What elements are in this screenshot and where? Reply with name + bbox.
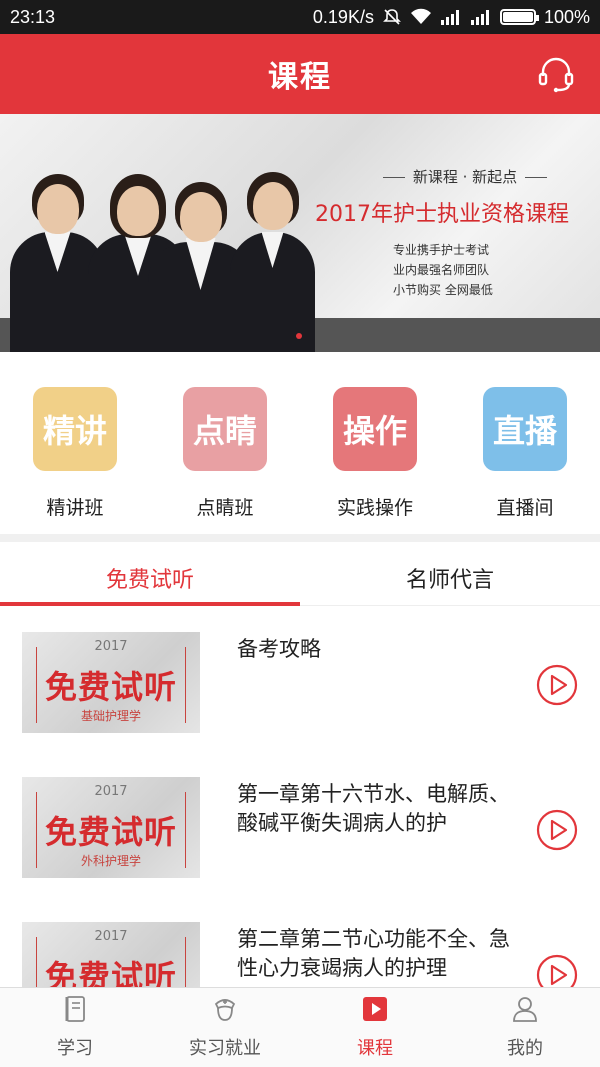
banner-subtext: 专业携手护士考试 业内最强名师团队 小节购买 全网最低 [393, 240, 593, 300]
nav-internship[interactable]: 实习就业 [150, 988, 300, 1067]
category-label: 实践操作 [336, 497, 413, 519]
banner-sub-line: 小节购买 全网最低 [393, 283, 493, 297]
nav-mine[interactable]: 我的 [450, 988, 600, 1067]
list-item[interactable]: 2017 免费试听 外科护理学 第一章第十六节水、电解质、酸碱平衡失调病人的护 [0, 752, 600, 897]
banner-sub-line: 业内最强名师团队 [393, 263, 490, 277]
category-tile: 直播 [483, 387, 567, 471]
course-thumbnail: 2017 免费试听 [22, 922, 200, 987]
page-title: 课程 [268, 60, 332, 95]
course-title: 第一章第十六节水、电解质、酸碱平衡失调病人的护 [237, 782, 510, 835]
play-icon[interactable] [536, 664, 578, 706]
status-bar: 23:13 0.19K/s 100% [0, 0, 600, 34]
thumb-year: 2017 [94, 784, 128, 799]
category-tile: 点睛 [183, 387, 267, 471]
person-icon [513, 997, 537, 1022]
banner-tag: 新课程 · 新起点 [340, 166, 590, 187]
nav-course[interactable]: 课程 [300, 988, 450, 1067]
headset-icon[interactable] [536, 54, 576, 94]
thumb-title: 免费试听 [44, 668, 177, 706]
thumb-year: 2017 [94, 639, 128, 654]
course-thumbnail: 2017 免费试听 基础护理学 [22, 632, 200, 733]
nav-study[interactable]: 学习 [0, 988, 150, 1067]
battery-percent: 100% [543, 6, 590, 27]
thumb-subject: 外科护理学 [80, 854, 141, 868]
promo-banner[interactable]: 新课程 · 新起点 2017年护士执业资格课程 专业携手护士考试 业内最强名师团… [0, 114, 600, 352]
nav-label: 课程 [357, 1038, 393, 1059]
signal-icon [440, 10, 459, 25]
signal-icon-2 [470, 10, 489, 25]
status-time: 23:13 [10, 6, 56, 27]
category-grid: 精讲 精讲班 点睛 点睛班 操作 实践操作 直播 直播间 [0, 352, 600, 542]
play-icon[interactable] [536, 809, 578, 851]
category-dianjing[interactable]: 点睛 点睛班 [150, 352, 300, 534]
list-item[interactable]: 2017 免费试听 基础护理学 备考攻略 [0, 607, 600, 752]
banner-headline: 2017年护士执业资格课程 [315, 202, 569, 227]
list-item[interactable]: 2017 免费试听 第二章第二节心功能不全、急性心力衰竭病人的护理 [0, 897, 600, 987]
play-course-icon [363, 997, 387, 1021]
category-caozuo[interactable]: 操作 实践操作 [300, 352, 450, 534]
category-label: 精讲班 [46, 497, 104, 519]
carousel-indicator [296, 333, 302, 339]
tab-teacher-endorse[interactable]: 名师代言 [300, 550, 600, 605]
category-zhibo[interactable]: 直播 直播间 [450, 352, 600, 534]
course-title: 第二章第二节心功能不全、急性心力衰竭病人的护理 [237, 927, 510, 980]
course-title: 备考攻略 [237, 637, 321, 661]
play-icon[interactable] [536, 954, 578, 987]
category-tile: 操作 [333, 387, 417, 471]
category-label: 点睛班 [196, 497, 254, 519]
nav-label: 实习就业 [189, 1038, 261, 1059]
category-label: 直播间 [496, 497, 554, 519]
mute-bell-icon [383, 9, 401, 25]
course-thumbnail: 2017 免费试听 外科护理学 [22, 777, 200, 878]
battery-icon [499, 9, 539, 25]
thumb-title: 免费试听 [44, 958, 177, 987]
category-jingjiang[interactable]: 精讲 精讲班 [0, 352, 150, 534]
status-right: 0.19K/s 100% [313, 7, 590, 28]
thumb-title: 免费试听 [44, 813, 177, 851]
thumb-year: 2017 [94, 929, 128, 944]
tab-free-trial[interactable]: 免费试听 [0, 550, 300, 606]
wifi-icon [410, 8, 431, 24]
nav-label: 学习 [57, 1038, 93, 1059]
book-icon [65, 996, 85, 1022]
banner-sub-line: 专业携手护士考试 [393, 243, 490, 257]
network-speed: 0.19K/s [312, 6, 374, 27]
nurse-icon [214, 999, 236, 1021]
content-tabs: 免费试听 名师代言 [0, 550, 600, 606]
course-list: 2017 免费试听 基础护理学 备考攻略 2017 免费试听 外科护理学 第一章… [0, 607, 600, 987]
app-header: 课程 [0, 34, 600, 114]
bottom-nav: 学习 实习就业 课程 我的 [0, 987, 600, 1067]
teacher-photo-4 [230, 172, 315, 352]
nav-label: 我的 [507, 1038, 543, 1059]
thumb-subject: 基础护理学 [80, 709, 141, 723]
category-tile: 精讲 [33, 387, 117, 471]
